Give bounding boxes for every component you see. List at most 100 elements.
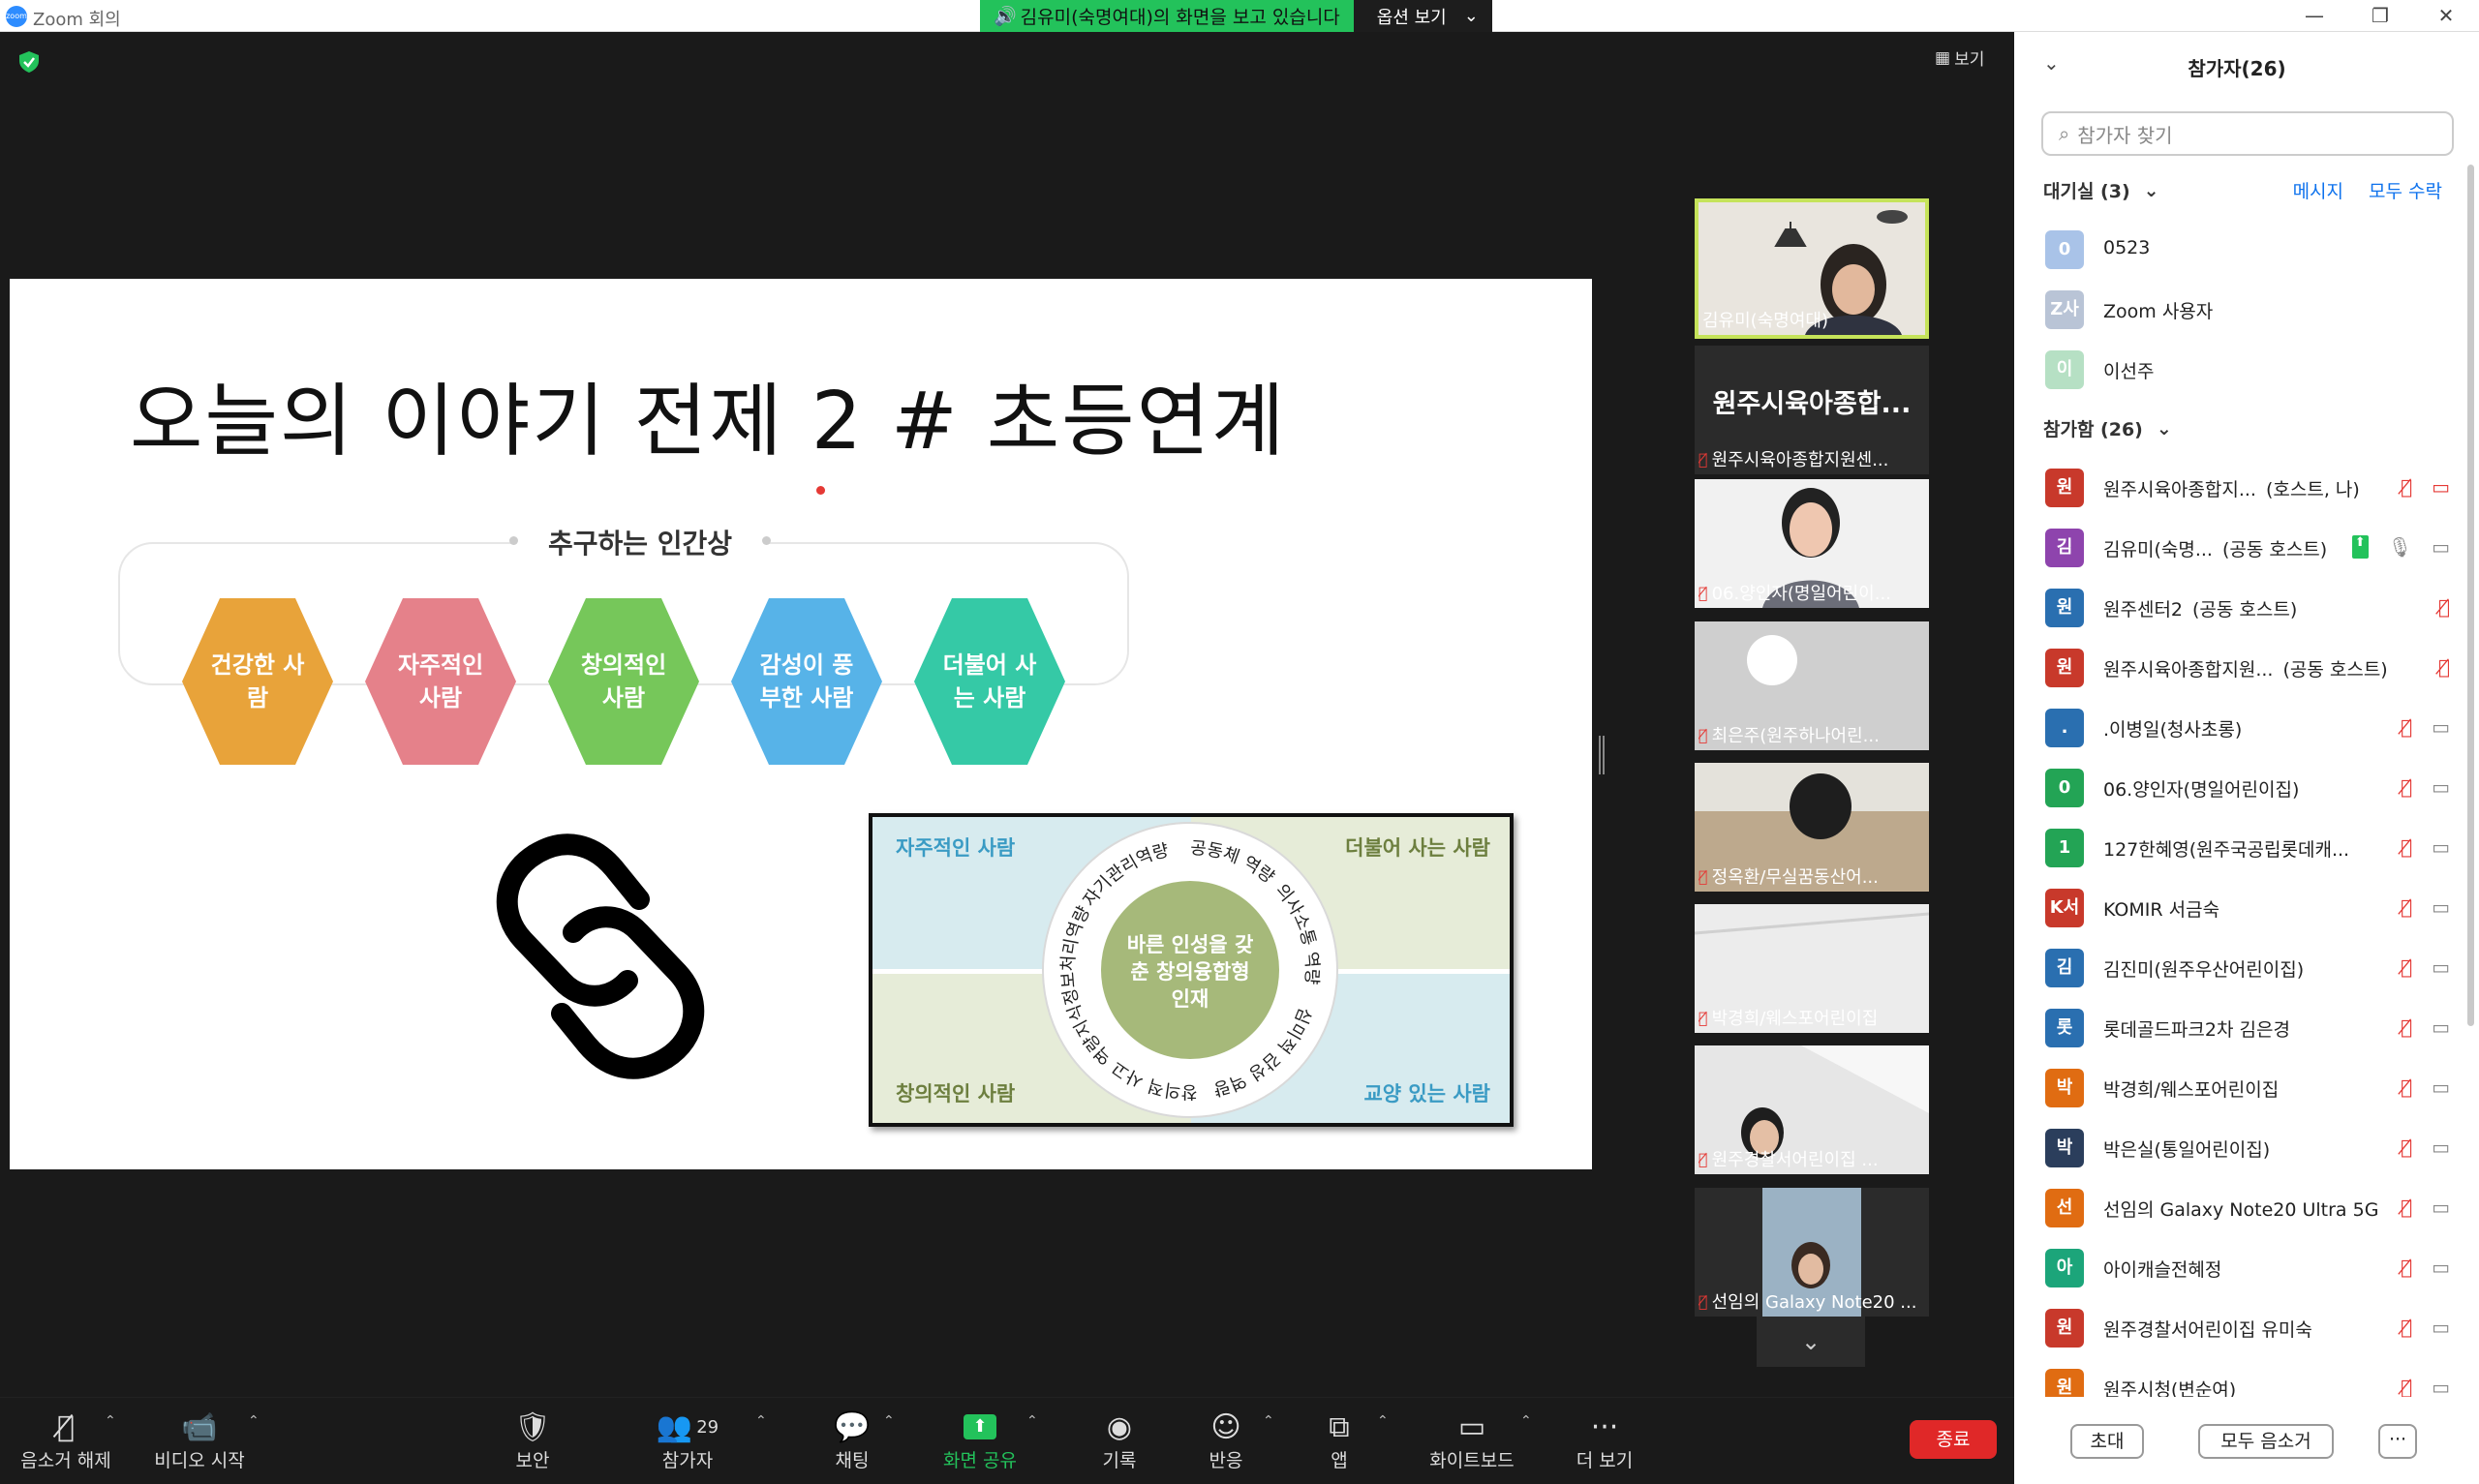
participant-name: 박은실(통일어린이집) (2103, 1139, 2271, 1161)
view-options-button[interactable]: 옵션 보기 ⌄ (1353, 0, 1492, 32)
video-camera-icon[interactable]: ▭ (2432, 1376, 2450, 1399)
whiteboard-button[interactable]: ▭ 화이트보드 ⌃ (1423, 1408, 1531, 1472)
video-camera-icon[interactable]: ▭ (2432, 955, 2450, 979)
participant-row[interactable]: 선 선임의 Galaxy Note20 Ultra 5G 🎙̸ ▭ (2014, 1178, 2460, 1238)
participant-role: (호스트, 나) (2265, 479, 2360, 500)
participant-row[interactable]: 원 원주센터2 (공동 호스트) 🎙̸ (2014, 578, 2460, 638)
mic-muted-icon[interactable]: 🎙̸ (2401, 895, 2412, 919)
video-tile[interactable]: 🎙̸ 06.양인자(명일어린이... (1695, 479, 1929, 608)
mic-muted-icon[interactable]: 🎙̸ (2401, 1015, 2412, 1039)
mic-muted-icon[interactable]: 🎙̸ (2401, 1376, 2412, 1399)
security-button[interactable]: 🛡 보안 (504, 1408, 562, 1472)
view-layout-button[interactable]: ▦ 보기 (1935, 45, 1984, 71)
participant-row[interactable]: 0 06.양인자(명일어린이집) 🎙̸ ▭ (2014, 758, 2460, 818)
participant-row[interactable]: 김 김유미(숙명... (공동 호스트) ⬆ 🎙 ▭ (2014, 518, 2460, 578)
share-screen-button[interactable]: ⬆ 화면 공유 ⌃ (941, 1408, 1038, 1472)
video-camera-icon[interactable]: ▭ (2432, 715, 2450, 739)
participant-row[interactable]: 김 김진미(원주우산어린이집) 🎙̸ ▭ (2014, 938, 2460, 998)
minimize-button[interactable]: — (2281, 0, 2347, 32)
mute-all-button[interactable]: 모두 음소거 (2198, 1424, 2334, 1459)
mic-muted-icon[interactable]: 🎙̸ (2401, 1196, 2412, 1219)
video-camera-icon[interactable]: ▭ (2432, 1015, 2450, 1039)
more-button[interactable]: ··· 더 보기 (1573, 1408, 1637, 1472)
resize-handle[interactable] (1599, 736, 1605, 774)
list-item[interactable]: 이 이선주 (2014, 340, 2460, 400)
share-options-caret[interactable]: ⌃ (1026, 1413, 1038, 1429)
mic-muted-icon[interactable]: 🎙̸ (2401, 715, 2412, 739)
video-camera-icon[interactable]: ▭ (2432, 1075, 2450, 1099)
video-tile[interactable]: 원주시육아종합... 🎙̸ 원주시육아종합지원센... (1695, 346, 1929, 474)
close-button[interactable]: ✕ (2413, 0, 2479, 32)
encryption-shield-icon[interactable] (19, 51, 39, 73)
mic-muted-icon[interactable]: 🎙̸ (2401, 475, 2412, 499)
next-videos-button[interactable]: ⌄ (1757, 1317, 1865, 1367)
participant-row[interactable]: 원 원주경찰서어린이집 유미숙 🎙̸ ▭ (2014, 1298, 2460, 1358)
video-camera-icon[interactable]: ▭ (2432, 535, 2450, 559)
participant-search-input[interactable]: ⌕ 참가자 찾기 (2041, 111, 2454, 156)
start-video-button[interactable]: 📹 비디오 시작 ⌃ (151, 1408, 259, 1472)
participant-row[interactable]: 롯 롯데골드파크2차 김은경 🎙̸ ▭ (2014, 998, 2460, 1058)
mic-icon[interactable]: 🎙 (2388, 535, 2412, 559)
meeting-toolbar: 🎙̸ 음소거 해제 ⌃ 📹 비디오 시작 ⌃ 🛡 보안 👥 29 참가자 ⌃ 💬 … (0, 1397, 2014, 1484)
restore-button[interactable]: ❐ (2347, 0, 2413, 32)
mic-muted-icon[interactable]: 🎙̸ (2401, 1316, 2412, 1339)
admit-all-link[interactable]: 모두 수락 (2369, 177, 2442, 203)
in-meeting-header[interactable]: 참가함 (26) ⌄ (2043, 415, 2172, 441)
video-tile[interactable]: 🎙̸ 원주경찰서어린이집 ... (1695, 1045, 1929, 1174)
avatar: 원 (2045, 589, 2084, 627)
video-tile[interactable]: 🎙̸ 선임의 Galaxy Note20 ... (1695, 1188, 1929, 1317)
participant-row[interactable]: 박 박은실(통일어린이집) 🎙̸ ▭ (2014, 1118, 2460, 1178)
audio-options-caret[interactable]: ⌃ (105, 1413, 116, 1429)
waiting-room-header[interactable]: 대기실 (3) ⌄ (2043, 177, 2159, 203)
apps-options-caret[interactable]: ⌃ (1377, 1413, 1389, 1429)
video-tile[interactable]: 🎙̸ 최은주(원주하나어린... (1695, 621, 1929, 750)
video-tile-active-speaker[interactable]: 김유미(숙명여대) (1695, 198, 1929, 339)
reactions-options-caret[interactable]: ⌃ (1263, 1413, 1274, 1429)
chat-button[interactable]: 💬 채팅 ⌃ (823, 1408, 894, 1472)
list-item[interactable]: Z사 Zoom 사용자 (2014, 280, 2460, 340)
participant-list-scrollbar[interactable] (2467, 165, 2474, 1026)
mic-muted-icon[interactable]: 🎙̸ (2401, 1075, 2412, 1099)
unmute-button[interactable]: 🎙̸ 음소거 해제 ⌃ (17, 1408, 116, 1472)
participant-row[interactable]: 원 원주시육아종합지... (호스트, 나) 🎙̸ ▭ (2014, 458, 2460, 518)
mic-muted-icon[interactable]: 🎙̸ (2438, 655, 2450, 679)
participant-row[interactable]: 원 원주시육아종합지원... (공동 호스트) 🎙̸ (2014, 638, 2460, 698)
whiteboard-options-caret[interactable]: ⌃ (1520, 1413, 1532, 1429)
mic-muted-icon[interactable]: 🎙̸ (2401, 775, 2412, 799)
video-camera-icon[interactable]: ▭ (2432, 775, 2450, 799)
participant-row[interactable]: 아 아이캐슬전혜정 🎙̸ ▭ (2014, 1238, 2460, 1298)
video-camera-icon[interactable]: ▭ (2432, 1136, 2450, 1159)
video-off-icon[interactable]: ▭ (2432, 475, 2450, 499)
list-item[interactable]: 0 0523 (2014, 220, 2460, 280)
participant-name: 원주시육아종합지... (호스트, 나) (2103, 479, 2360, 500)
video-camera-icon[interactable]: ▭ (2432, 1256, 2450, 1279)
end-meeting-button[interactable]: 종료 (1910, 1420, 1997, 1459)
mic-muted-icon[interactable]: 🎙̸ (2401, 835, 2412, 859)
mic-muted-icon[interactable]: 🎙̸ (2401, 955, 2412, 979)
video-options-caret[interactable]: ⌃ (248, 1413, 260, 1429)
chat-options-caret[interactable]: ⌃ (883, 1413, 895, 1429)
participant-row[interactable]: 1 127한혜영(원주국공립롯데캐... 🎙̸ ▭ (2014, 818, 2460, 878)
more-options-button[interactable]: ··· (2378, 1424, 2417, 1459)
invite-button[interactable]: 초대 (2070, 1424, 2144, 1459)
participant-row[interactable]: . .이병일(청사초롱) 🎙̸ ▭ (2014, 698, 2460, 758)
mic-muted-icon[interactable]: 🎙̸ (2401, 1136, 2412, 1159)
video-camera-icon[interactable]: ▭ (2432, 1316, 2450, 1339)
apps-button[interactable]: ⧉ 앱 ⌃ (1315, 1408, 1388, 1472)
reactions-button[interactable]: ☺ 반응 ⌃ (1197, 1408, 1274, 1472)
participant-row[interactable]: K서 KOMIR 서금숙 🎙̸ ▭ (2014, 878, 2460, 938)
video-camera-icon[interactable]: ▭ (2432, 835, 2450, 859)
participants-options-caret[interactable]: ⌃ (755, 1413, 767, 1429)
message-waiting-link[interactable]: 메시지 (2293, 177, 2343, 203)
video-camera-icon[interactable]: ▭ (2432, 895, 2450, 919)
video-tile[interactable]: 🎙̸ 박경희/웨스포어린이집 (1695, 904, 1929, 1033)
mic-muted-icon[interactable]: 🎙̸ (2438, 595, 2450, 619)
participant-name: 원주경찰서어린이집 유미숙 (2103, 1319, 2312, 1341)
mic-muted-icon[interactable]: 🎙̸ (2401, 1256, 2412, 1279)
video-tile[interactable]: 🎙̸ 정옥환/무실꿈동산어... (1695, 763, 1929, 892)
video-camera-icon[interactable]: ▭ (2432, 1196, 2450, 1219)
participant-row[interactable]: 박 박경희/웨스포어린이집 🎙̸ ▭ (2014, 1058, 2460, 1118)
participants-button[interactable]: 👥 29 참가자 ⌃ (651, 1408, 767, 1472)
record-button[interactable]: ◉ 기록 (1090, 1408, 1148, 1472)
whiteboard-icon: ▭ (1457, 1409, 1486, 1444)
